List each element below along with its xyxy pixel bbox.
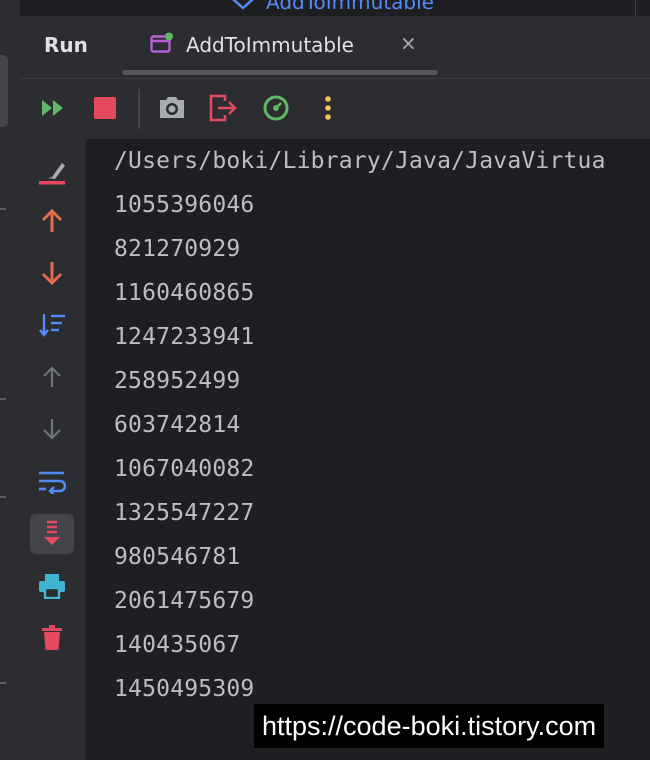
- console-line: 980546781: [114, 544, 241, 570]
- console-side-toolbar: [20, 139, 86, 760]
- trash-icon[interactable]: [30, 618, 74, 658]
- tool-window-title: Run: [44, 33, 88, 57]
- arrow-down-icon[interactable]: [30, 409, 74, 449]
- console-line: 140435067: [114, 632, 241, 658]
- more-options-icon[interactable]: [313, 93, 343, 123]
- clear-icon[interactable]: [30, 152, 74, 192]
- arrow-up-icon[interactable]: [30, 357, 74, 397]
- console-line: /Users/boki/Library/Java/JavaVirtua: [114, 148, 606, 174]
- print-icon[interactable]: [30, 566, 74, 606]
- class-file-icon: [232, 0, 254, 10]
- console-output[interactable]: /Users/boki/Library/Java/JavaVirtua 1055…: [86, 139, 650, 760]
- exit-icon[interactable]: [209, 93, 239, 123]
- rerun-icon[interactable]: [38, 93, 68, 123]
- camera-icon[interactable]: [157, 93, 187, 123]
- console-line: 1160460865: [114, 280, 255, 306]
- profiler-icon[interactable]: [261, 93, 291, 123]
- console-line: 258952499: [114, 368, 241, 394]
- console-line: 1325547227: [114, 500, 255, 526]
- scroll-to-end-icon[interactable]: [30, 514, 74, 554]
- sort-icon[interactable]: [30, 305, 74, 345]
- tool-strip-selection[interactable]: [0, 55, 8, 127]
- console-line: 1450495309: [114, 676, 255, 702]
- run-toolbar: [20, 78, 650, 139]
- strip-tick: [0, 398, 6, 400]
- strip-tick: [0, 496, 6, 498]
- console-line: 1055396046: [114, 192, 255, 218]
- console-line: 603742814: [114, 412, 241, 438]
- divider: [635, 0, 636, 16]
- console-line: 1247233941: [114, 324, 255, 350]
- editor-file-tab[interactable]: AddToImmutable: [266, 0, 434, 14]
- tab-active-indicator: [122, 70, 438, 75]
- watermark: https://code-boki.tistory.com: [254, 704, 605, 748]
- soft-wrap-icon[interactable]: [30, 462, 74, 502]
- down-stack-trace-icon[interactable]: [30, 253, 74, 293]
- run-config-icon: [150, 32, 173, 53]
- console-line: 2061475679: [114, 588, 255, 614]
- stop-icon[interactable]: [90, 93, 120, 123]
- strip-tick: [0, 682, 6, 684]
- left-tool-strip: [0, 0, 20, 760]
- editor-tab-peek: AddToImmutable 1: [20, 0, 650, 16]
- close-icon[interactable]: ×: [400, 31, 417, 55]
- strip-tick: [0, 208, 6, 210]
- toolbar-separator: [138, 89, 140, 129]
- tab-label: AddToImmutable: [186, 33, 354, 57]
- console-line: 1067040082: [114, 456, 255, 482]
- console-line: 821270929: [114, 236, 241, 262]
- run-tool-window-header: Run AddToImmutable ×: [20, 16, 650, 78]
- up-stack-trace-icon[interactable]: [30, 201, 74, 241]
